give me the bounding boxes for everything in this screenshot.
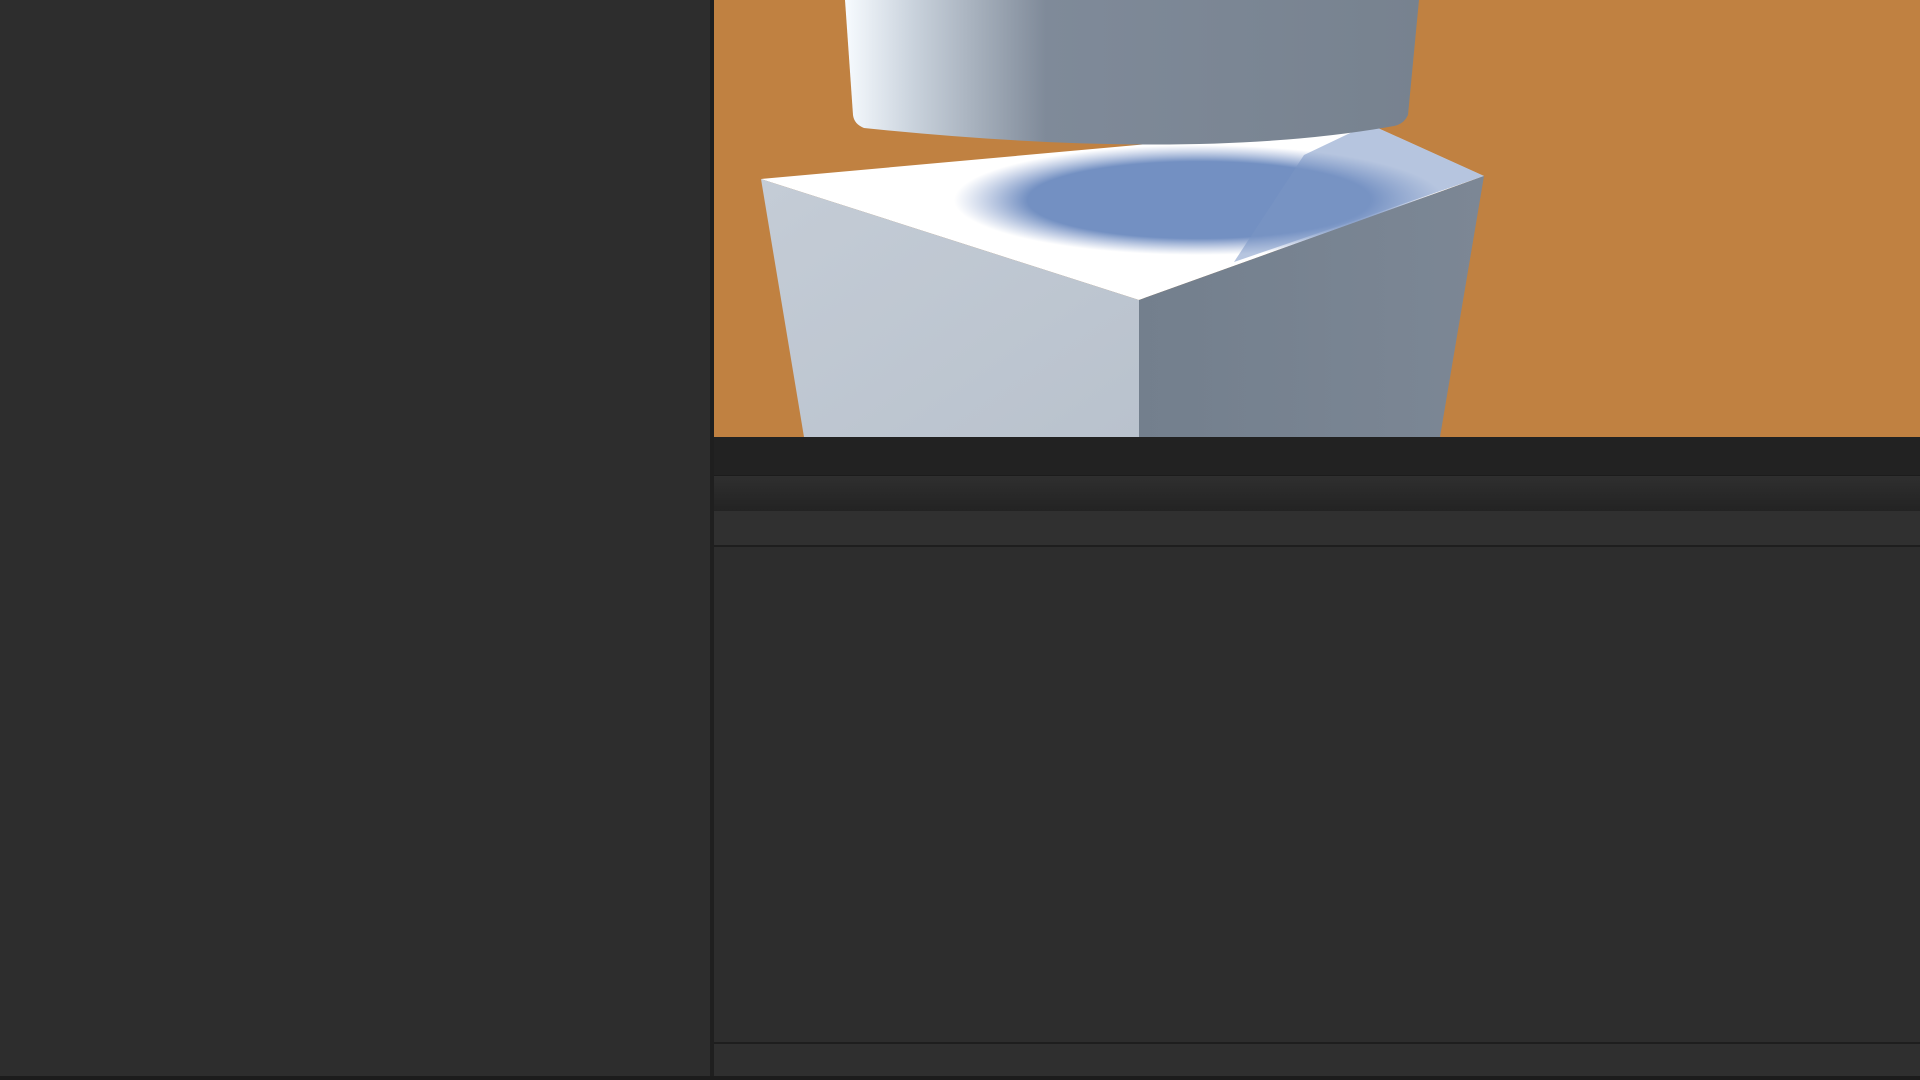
window-bottom-edge [0,1076,1920,1080]
viewport-status-bar [714,437,1920,475]
scene-render [714,0,1920,437]
cylinder-body [845,0,1419,145]
panel-content [714,547,1920,1042]
scene-viewport[interactable] [714,0,1920,437]
left-panel [0,0,710,1076]
panel-toolbar [714,475,1920,511]
panel-header [714,511,1920,547]
editor-window [0,0,1920,1080]
panel-footer [714,1042,1920,1076]
